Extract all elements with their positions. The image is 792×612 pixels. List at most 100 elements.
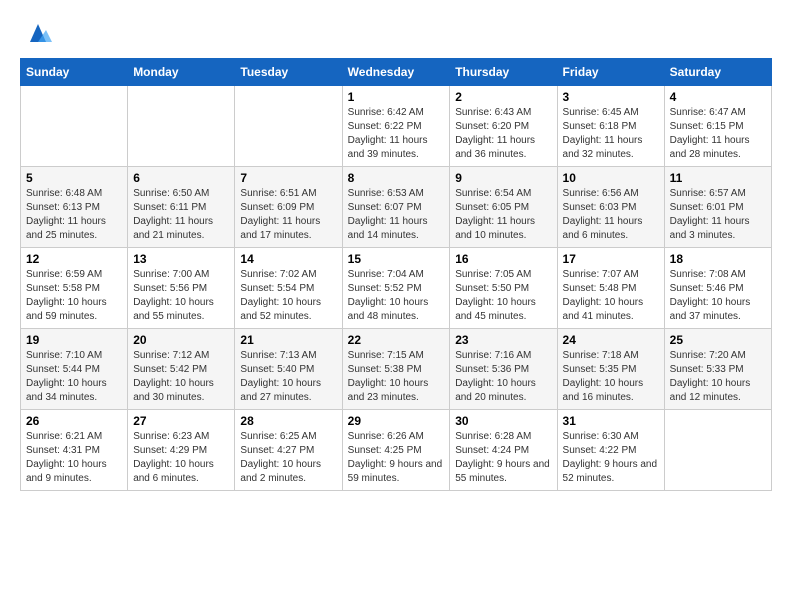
day-number: 6 [133, 171, 229, 185]
calendar-cell: 24Sunrise: 7:18 AM Sunset: 5:35 PM Dayli… [557, 329, 664, 410]
calendar-week-row: 19Sunrise: 7:10 AM Sunset: 5:44 PM Dayli… [21, 329, 772, 410]
calendar-cell: 2 Sunrise: 6:43 AM Sunset: 6:20 PM Daylig… [450, 86, 557, 167]
day-number: 5 [26, 171, 122, 185]
calendar-cell: 5 Sunrise: 6:48 AM Sunset: 6:13 PM Daylig… [21, 167, 128, 248]
day-number: 4 [670, 90, 766, 104]
day-number: 10 [563, 171, 659, 185]
day-number: 25 [670, 333, 766, 347]
day-number: 26 [26, 414, 122, 428]
calendar-cell: 21 Sunrise: 7:13 AM Sunset: 5:40 PM Dayli… [235, 329, 342, 410]
day-number: 21 [240, 333, 336, 347]
day-info: Sunrise: 6:21 AM Sunset: 4:31 PM Dayligh… [26, 430, 122, 486]
day-info: Sunrise: 7:12 AM Sunset: 5:42 PM Dayligh… [133, 349, 229, 405]
calendar-cell: 20 Sunrise: 7:12 AM Sunset: 5:42 PM Dayli… [128, 329, 235, 410]
day-info: Sunrise: 6:43 AM Sunset: 6:20 PM Dayligh… [455, 106, 551, 162]
day-number: 20 [133, 333, 229, 347]
calendar-cell: 22 Sunrise: 7:15 AM Sunset: 5:38 PM Dayli… [342, 329, 450, 410]
day-info: Sunrise: 7:08 AM Sunset: 5:46 PM Dayligh… [670, 268, 766, 324]
calendar-cell: 6 Sunrise: 6:50 AM Sunset: 6:11 PM Daylig… [128, 167, 235, 248]
day-info: Sunrise: 6:59 AM Sunset: 5:58 PM Dayligh… [26, 268, 122, 324]
calendar-cell: 12 Sunrise: 6:59 AM Sunset: 5:58 PM Dayli… [21, 248, 128, 329]
day-info: Sunrise: 6:56 AM Sunset: 6:03 PM Dayligh… [563, 187, 659, 243]
calendar-week-row: 26 Sunrise: 6:21 AM Sunset: 4:31 PM Dayli… [21, 410, 772, 491]
day-number: 17 [563, 252, 659, 266]
day-number: 1 [348, 90, 445, 104]
logo [20, 20, 52, 48]
day-number: 16 [455, 252, 551, 266]
calendar-cell: 8Sunrise: 6:53 AM Sunset: 6:07 PM Daylig… [342, 167, 450, 248]
calendar-cell: 19Sunrise: 7:10 AM Sunset: 5:44 PM Dayli… [21, 329, 128, 410]
day-info: Sunrise: 6:26 AM Sunset: 4:25 PM Dayligh… [348, 430, 445, 486]
day-info: Sunrise: 6:45 AM Sunset: 6:18 PM Dayligh… [563, 106, 659, 162]
day-number: 14 [240, 252, 336, 266]
page-header [20, 20, 772, 48]
day-number: 30 [455, 414, 551, 428]
col-header-saturday: Saturday [664, 59, 771, 86]
calendar-cell: 3Sunrise: 6:45 AM Sunset: 6:18 PM Daylig… [557, 86, 664, 167]
day-info: Sunrise: 7:15 AM Sunset: 5:38 PM Dayligh… [348, 349, 445, 405]
calendar-cell: 27Sunrise: 6:23 AM Sunset: 4:29 PM Dayli… [128, 410, 235, 491]
day-number: 28 [240, 414, 336, 428]
day-info: Sunrise: 7:18 AM Sunset: 5:35 PM Dayligh… [563, 349, 659, 405]
day-number: 19 [26, 333, 122, 347]
day-number: 18 [670, 252, 766, 266]
calendar-cell [235, 86, 342, 167]
logo-icon [24, 20, 52, 48]
day-number: 11 [670, 171, 766, 185]
day-number: 2 [455, 90, 551, 104]
day-info: Sunrise: 7:07 AM Sunset: 5:48 PM Dayligh… [563, 268, 659, 324]
day-info: Sunrise: 6:54 AM Sunset: 6:05 PM Dayligh… [455, 187, 551, 243]
day-number: 29 [348, 414, 445, 428]
calendar-week-row: 1 Sunrise: 6:42 AM Sunset: 6:22 PM Daylig… [21, 86, 772, 167]
col-header-sunday: Sunday [21, 59, 128, 86]
day-info: Sunrise: 7:00 AM Sunset: 5:56 PM Dayligh… [133, 268, 229, 324]
day-info: Sunrise: 6:57 AM Sunset: 6:01 PM Dayligh… [670, 187, 766, 243]
day-info: Sunrise: 7:13 AM Sunset: 5:40 PM Dayligh… [240, 349, 336, 405]
day-number: 9 [455, 171, 551, 185]
calendar-week-row: 12 Sunrise: 6:59 AM Sunset: 5:58 PM Dayli… [21, 248, 772, 329]
day-info: Sunrise: 7:20 AM Sunset: 5:33 PM Dayligh… [670, 349, 766, 405]
calendar-cell: 10 Sunrise: 6:56 AM Sunset: 6:03 PM Dayli… [557, 167, 664, 248]
day-info: Sunrise: 6:28 AM Sunset: 4:24 PM Dayligh… [455, 430, 551, 486]
calendar-cell: 11 Sunrise: 6:57 AM Sunset: 6:01 PM Dayli… [664, 167, 771, 248]
calendar-week-row: 5 Sunrise: 6:48 AM Sunset: 6:13 PM Daylig… [21, 167, 772, 248]
calendar-cell: 25 Sunrise: 7:20 AM Sunset: 5:33 PM Dayli… [664, 329, 771, 410]
day-info: Sunrise: 6:48 AM Sunset: 6:13 PM Dayligh… [26, 187, 122, 243]
calendar-cell: 7 Sunrise: 6:51 AM Sunset: 6:09 PM Daylig… [235, 167, 342, 248]
day-number: 15 [348, 252, 445, 266]
col-header-friday: Friday [557, 59, 664, 86]
day-info: Sunrise: 7:02 AM Sunset: 5:54 PM Dayligh… [240, 268, 336, 324]
calendar-cell: 13 Sunrise: 7:00 AM Sunset: 5:56 PM Dayli… [128, 248, 235, 329]
calendar-cell: 9 Sunrise: 6:54 AM Sunset: 6:05 PM Daylig… [450, 167, 557, 248]
day-info: Sunrise: 6:51 AM Sunset: 6:09 PM Dayligh… [240, 187, 336, 243]
col-header-thursday: Thursday [450, 59, 557, 86]
day-info: Sunrise: 6:47 AM Sunset: 6:15 PM Dayligh… [670, 106, 766, 162]
day-info: Sunrise: 7:16 AM Sunset: 5:36 PM Dayligh… [455, 349, 551, 405]
day-number: 22 [348, 333, 445, 347]
calendar-cell: 31Sunrise: 6:30 AM Sunset: 4:22 PM Dayli… [557, 410, 664, 491]
day-info: Sunrise: 6:25 AM Sunset: 4:27 PM Dayligh… [240, 430, 336, 486]
col-header-tuesday: Tuesday [235, 59, 342, 86]
day-number: 13 [133, 252, 229, 266]
col-header-wednesday: Wednesday [342, 59, 450, 86]
day-info: Sunrise: 6:30 AM Sunset: 4:22 PM Dayligh… [563, 430, 659, 486]
calendar-cell: 17 Sunrise: 7:07 AM Sunset: 5:48 PM Dayli… [557, 248, 664, 329]
day-number: 12 [26, 252, 122, 266]
day-info: Sunrise: 6:50 AM Sunset: 6:11 PM Dayligh… [133, 187, 229, 243]
day-info: Sunrise: 6:42 AM Sunset: 6:22 PM Dayligh… [348, 106, 445, 162]
calendar-cell [128, 86, 235, 167]
calendar-cell: 1 Sunrise: 6:42 AM Sunset: 6:22 PM Daylig… [342, 86, 450, 167]
col-header-monday: Monday [128, 59, 235, 86]
day-number: 27 [133, 414, 229, 428]
calendar-table: SundayMondayTuesdayWednesdayThursdayFrid… [20, 58, 772, 491]
calendar-cell: 30 Sunrise: 6:28 AM Sunset: 4:24 PM Dayli… [450, 410, 557, 491]
calendar-cell: 18 Sunrise: 7:08 AM Sunset: 5:46 PM Dayli… [664, 248, 771, 329]
calendar-cell [21, 86, 128, 167]
calendar-cell: 26 Sunrise: 6:21 AM Sunset: 4:31 PM Dayli… [21, 410, 128, 491]
day-number: 7 [240, 171, 336, 185]
calendar-cell: 23Sunrise: 7:16 AM Sunset: 5:36 PM Dayli… [450, 329, 557, 410]
calendar-cell: 28 Sunrise: 6:25 AM Sunset: 4:27 PM Dayli… [235, 410, 342, 491]
calendar-cell: 14 Sunrise: 7:02 AM Sunset: 5:54 PM Dayli… [235, 248, 342, 329]
calendar-cell: 29 Sunrise: 6:26 AM Sunset: 4:25 PM Dayli… [342, 410, 450, 491]
day-number: 8 [348, 171, 445, 185]
